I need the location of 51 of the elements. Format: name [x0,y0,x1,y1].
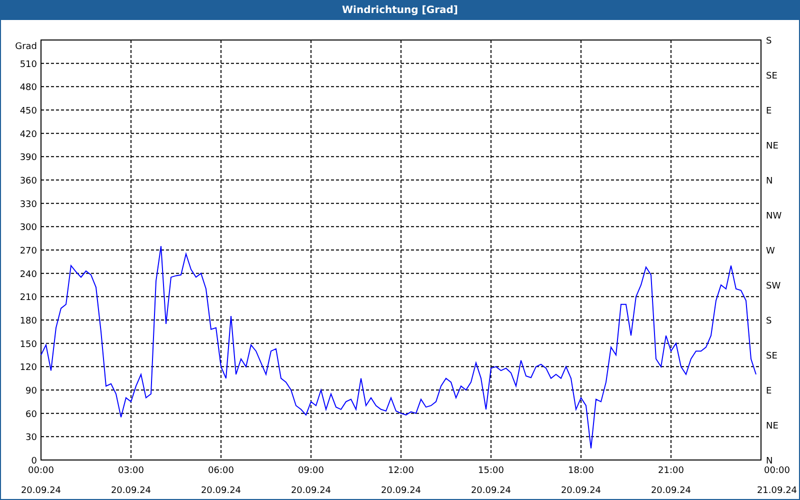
y-tick-label: 0 [31,456,37,466]
x-tick-date: 20.09.24 [200,486,242,496]
x-tick-label: 03:00 [118,466,144,476]
y-tick-label: 480 [20,83,37,94]
compass-tick-label: SE [766,352,778,362]
compass-tick-label: NW [766,212,782,222]
y-tick-label: 60 [26,410,37,420]
y-tick-label: 120 [20,363,37,374]
x-tick-date: 20.09.24 [560,486,602,496]
y-axis-title: Grad [15,42,37,52]
y-tick-label: 420 [20,130,37,140]
compass-tick-label: N [766,176,773,186]
y-tick-label: 330 [20,200,37,210]
y-tick-label: 510 [20,60,37,70]
x-tick-label: 06:00 [208,466,234,476]
y-tick-label: 300 [20,223,37,234]
x-tick-date: 21.09.24 [756,486,798,496]
compass-tick-label: S [766,36,772,46]
x-tick-label: 18:00 [568,466,594,476]
y-tick-label: 450 [20,106,37,116]
compass-tick-label: S [766,316,772,326]
compass-tick-label: NE [766,422,778,432]
y-tick-label: 210 [20,293,37,304]
x-tick-date: 20.09.24 [20,486,62,496]
x-tick-label: 12:00 [388,466,414,476]
x-tick-date: 20.09.24 [650,486,692,496]
x-tick-label: 00:00 [28,466,54,476]
compass-tick-label: E [766,386,772,396]
compass-tick-label: E [766,106,772,116]
y-tick-label: 150 [20,340,37,350]
y-tick-label: 240 [20,270,37,280]
y-tick-label: 390 [20,153,37,164]
x-tick-date: 20.09.24 [290,486,332,496]
x-tick-date: 20.09.24 [110,486,152,496]
x-tick-label: 21:00 [658,466,684,476]
x-tick-date: 20.09.24 [470,486,512,496]
x-tick-label: 09:00 [298,466,324,476]
y-tick-label: 180 [20,316,37,326]
y-tick-label: 90 [26,386,37,396]
compass-tick-label: NE [766,142,778,152]
window-title: Windrichtung [Grad] [342,5,458,16]
x-tick-label: 00:00 [764,466,790,476]
y-tick-label: 30 [26,433,37,444]
y-tick-label: 270 [20,246,37,256]
y-tick-label: 360 [20,176,37,186]
compass-tick-label: N [766,456,773,466]
x-tick-date: 20.09.24 [380,486,422,496]
compass-tick-label: W [766,246,775,256]
compass-tick-label: SE [766,72,778,82]
compass-tick-label: SW [766,282,781,292]
x-tick-label: 15:00 [478,466,504,476]
